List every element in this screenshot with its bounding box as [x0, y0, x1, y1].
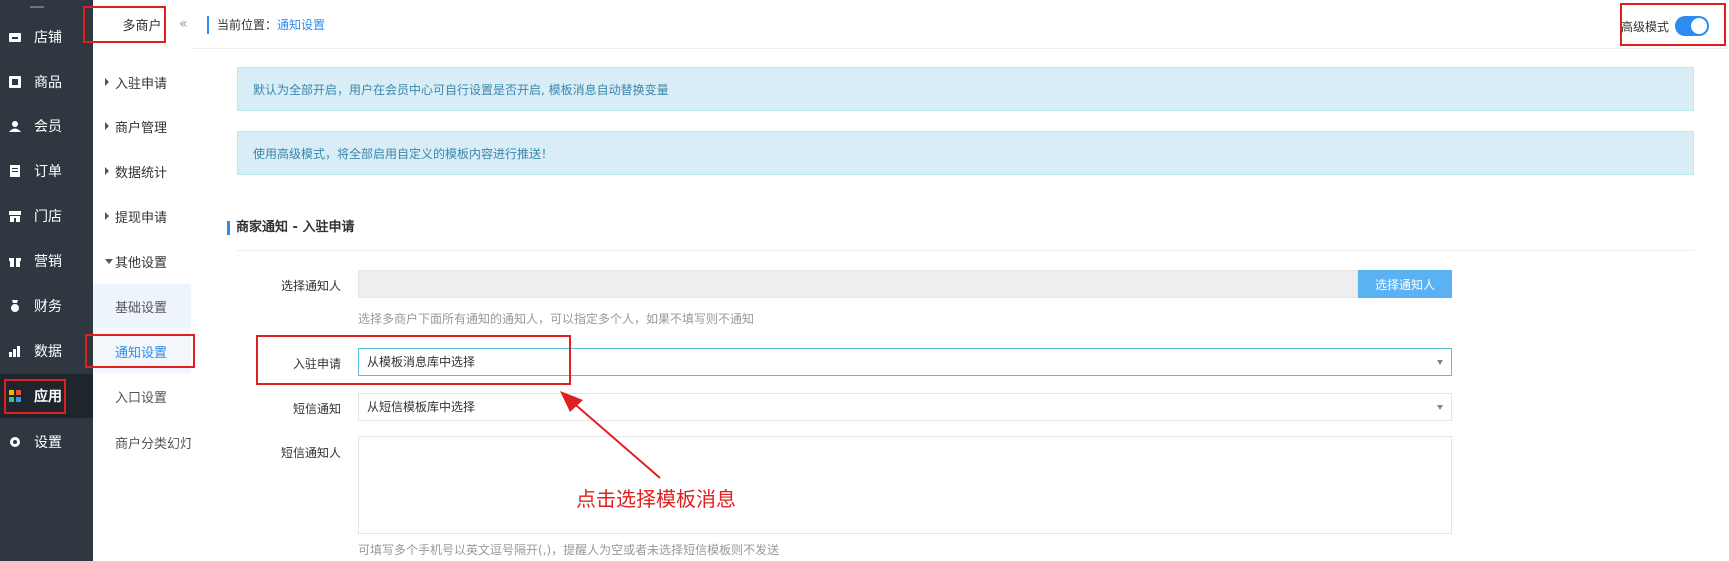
annotation-text: 点击选择模板消息 [576, 487, 736, 511]
annotation-arrow [560, 391, 661, 479]
